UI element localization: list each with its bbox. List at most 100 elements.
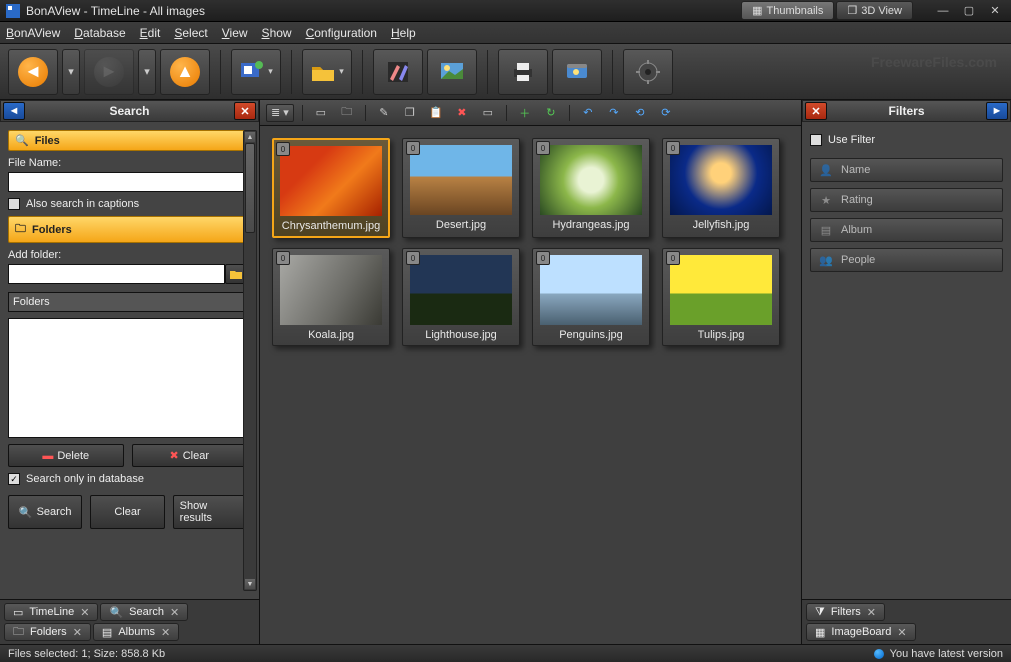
- paste-button[interactable]: 📋: [426, 104, 446, 122]
- thumbnail-image[interactable]: 0: [280, 255, 382, 325]
- menu-edit[interactable]: Edit: [140, 26, 161, 40]
- search-icon: 🔍: [109, 606, 123, 619]
- panel-collapse-right-button[interactable]: ►: [986, 102, 1008, 120]
- thumbnail-card[interactable]: 0Lighthouse.jpg: [402, 248, 520, 346]
- thumbnail-image[interactable]: 0: [540, 255, 642, 325]
- use-filter-checkbox[interactable]: [810, 134, 822, 146]
- tab-filters[interactable]: ⧩Filters✕: [806, 603, 885, 621]
- search-scrollbar[interactable]: ▲ ▼: [243, 130, 257, 591]
- menu-view[interactable]: View: [222, 26, 248, 40]
- wallpaper-button[interactable]: [427, 49, 477, 95]
- nav-forward-dropdown[interactable]: ▾: [138, 49, 156, 95]
- print-button[interactable]: [498, 49, 548, 95]
- nav-back-button[interactable]: ◄: [8, 49, 58, 95]
- tab-thumbnails[interactable]: ▦ Thumbnails: [741, 1, 834, 20]
- clear-folders-button[interactable]: ✖Clear: [132, 444, 248, 467]
- acquire-button[interactable]: [231, 49, 281, 95]
- tab-timeline[interactable]: ▭TimeLine✕: [4, 603, 98, 621]
- thumbnail-card[interactable]: 0Hydrangeas.jpg: [532, 138, 650, 238]
- panel-close-button[interactable]: ✕: [234, 102, 256, 120]
- tab-3d-view[interactable]: ❐ 3D View: [836, 1, 913, 20]
- rating-badge-icon: 0: [406, 141, 420, 155]
- thumbnail-image[interactable]: 0: [670, 255, 772, 325]
- menu-select[interactable]: Select: [174, 26, 207, 40]
- folders-section-header[interactable]: 🗀 Folders: [8, 216, 247, 243]
- thumbnail-image[interactable]: 0: [280, 146, 382, 216]
- filter-name[interactable]: 👤Name: [810, 158, 1003, 182]
- close-tab-icon[interactable]: ✕: [897, 626, 906, 639]
- folders-field[interactable]: [8, 292, 247, 312]
- rotate-left-button[interactable]: ⟲: [630, 104, 650, 122]
- show-results-button[interactable]: Show results: [173, 495, 247, 529]
- nav-back-dropdown[interactable]: ▾: [62, 49, 80, 95]
- thumbnail-image[interactable]: 0: [540, 145, 642, 215]
- album-icon: ▤: [102, 626, 112, 639]
- files-section-header[interactable]: 🔍 Files: [8, 130, 247, 151]
- delete-button[interactable]: ▬Delete: [8, 444, 124, 467]
- open-image-button[interactable]: ▭: [311, 104, 331, 122]
- thumbnail-image[interactable]: 0: [410, 145, 512, 215]
- thumbnail-image[interactable]: 0: [410, 255, 512, 325]
- tab-search[interactable]: 🔍Search✕: [100, 603, 188, 621]
- thumbnail-card[interactable]: 0Desert.jpg: [402, 138, 520, 238]
- thumbnail-label: Koala.jpg: [308, 329, 354, 341]
- close-button[interactable]: ✕: [985, 4, 1005, 18]
- maximize-button[interactable]: ▢: [959, 4, 979, 18]
- also-captions-checkbox[interactable]: [8, 198, 20, 210]
- view-mode-button[interactable]: ≣ ▾: [266, 104, 294, 122]
- tab-folders[interactable]: 🗀Folders✕: [4, 623, 91, 641]
- clear-button[interactable]: Clear: [90, 495, 164, 529]
- delete-image-button[interactable]: ✖: [452, 104, 472, 122]
- file-name-input[interactable]: [8, 172, 247, 192]
- rename-button[interactable]: ▭: [478, 104, 498, 122]
- filter-people[interactable]: 👥People: [810, 248, 1003, 272]
- also-captions-label: Also search in captions: [26, 198, 139, 210]
- thumbnail-card[interactable]: 0Tulips.jpg: [662, 248, 780, 346]
- panel-collapse-left-button[interactable]: ◄: [3, 102, 25, 120]
- scroll-thumb[interactable]: [245, 143, 255, 233]
- close-tab-icon[interactable]: ✕: [170, 606, 179, 619]
- app-icon: [6, 4, 20, 18]
- refresh-button[interactable]: ↻: [541, 104, 561, 122]
- search-db-checkbox[interactable]: ✓: [8, 473, 20, 485]
- slideshow-button[interactable]: [552, 49, 602, 95]
- thumbnail-image[interactable]: 0: [670, 145, 772, 215]
- thumbnail-card[interactable]: 0 Koala.jpg: [272, 248, 390, 346]
- menu-show[interactable]: Show: [262, 26, 292, 40]
- thumbnail-card[interactable]: 0Penguins.jpg: [532, 248, 650, 346]
- thumbnail-card[interactable]: 0Chrysanthemum.jpg: [272, 138, 390, 238]
- minimize-button[interactable]: —: [933, 4, 953, 18]
- nav-up-button[interactable]: ▲: [160, 49, 210, 95]
- filters-close-button[interactable]: ✕: [805, 102, 827, 120]
- copy-button[interactable]: ❐: [400, 104, 420, 122]
- scroll-up-icon[interactable]: ▲: [245, 132, 255, 142]
- close-tab-icon[interactable]: ✕: [80, 606, 89, 619]
- filter-rating[interactable]: ★Rating: [810, 188, 1003, 212]
- open-folder-button[interactable]: 🗀: [337, 104, 357, 122]
- menu-configuration[interactable]: Configuration: [306, 26, 377, 40]
- thumbnail-card[interactable]: 0Jellyfish.jpg: [662, 138, 780, 238]
- edit-button[interactable]: [373, 49, 423, 95]
- menu-database[interactable]: Database: [74, 26, 125, 40]
- folder-button[interactable]: [302, 49, 352, 95]
- tools-button[interactable]: ✎: [374, 104, 394, 122]
- settings-button[interactable]: [623, 49, 673, 95]
- rating-badge-icon: 0: [666, 251, 680, 265]
- close-tab-icon[interactable]: ✕: [161, 626, 170, 639]
- filter-album[interactable]: ▤Album: [810, 218, 1003, 242]
- redo-button[interactable]: ↷: [604, 104, 624, 122]
- undo-button[interactable]: ↶: [578, 104, 598, 122]
- folders-list[interactable]: [8, 318, 247, 438]
- tab-albums[interactable]: ▤Albums✕: [93, 623, 179, 641]
- selection-status: Files selected: 1; Size: 858.8 Kb: [8, 648, 165, 660]
- add-folder-input[interactable]: [8, 264, 225, 284]
- close-tab-icon[interactable]: ✕: [73, 626, 82, 639]
- add-button[interactable]: ＋: [515, 104, 535, 122]
- tab-imageboard[interactable]: ▦ImageBoard✕: [806, 623, 916, 641]
- close-tab-icon[interactable]: ✕: [867, 606, 876, 619]
- menu-bonaview[interactable]: BonAView: [6, 26, 60, 40]
- menu-help[interactable]: Help: [391, 26, 416, 40]
- rotate-right-button[interactable]: ⟳: [656, 104, 676, 122]
- scroll-down-icon[interactable]: ▼: [245, 579, 255, 589]
- search-button[interactable]: 🔍Search: [8, 495, 82, 529]
